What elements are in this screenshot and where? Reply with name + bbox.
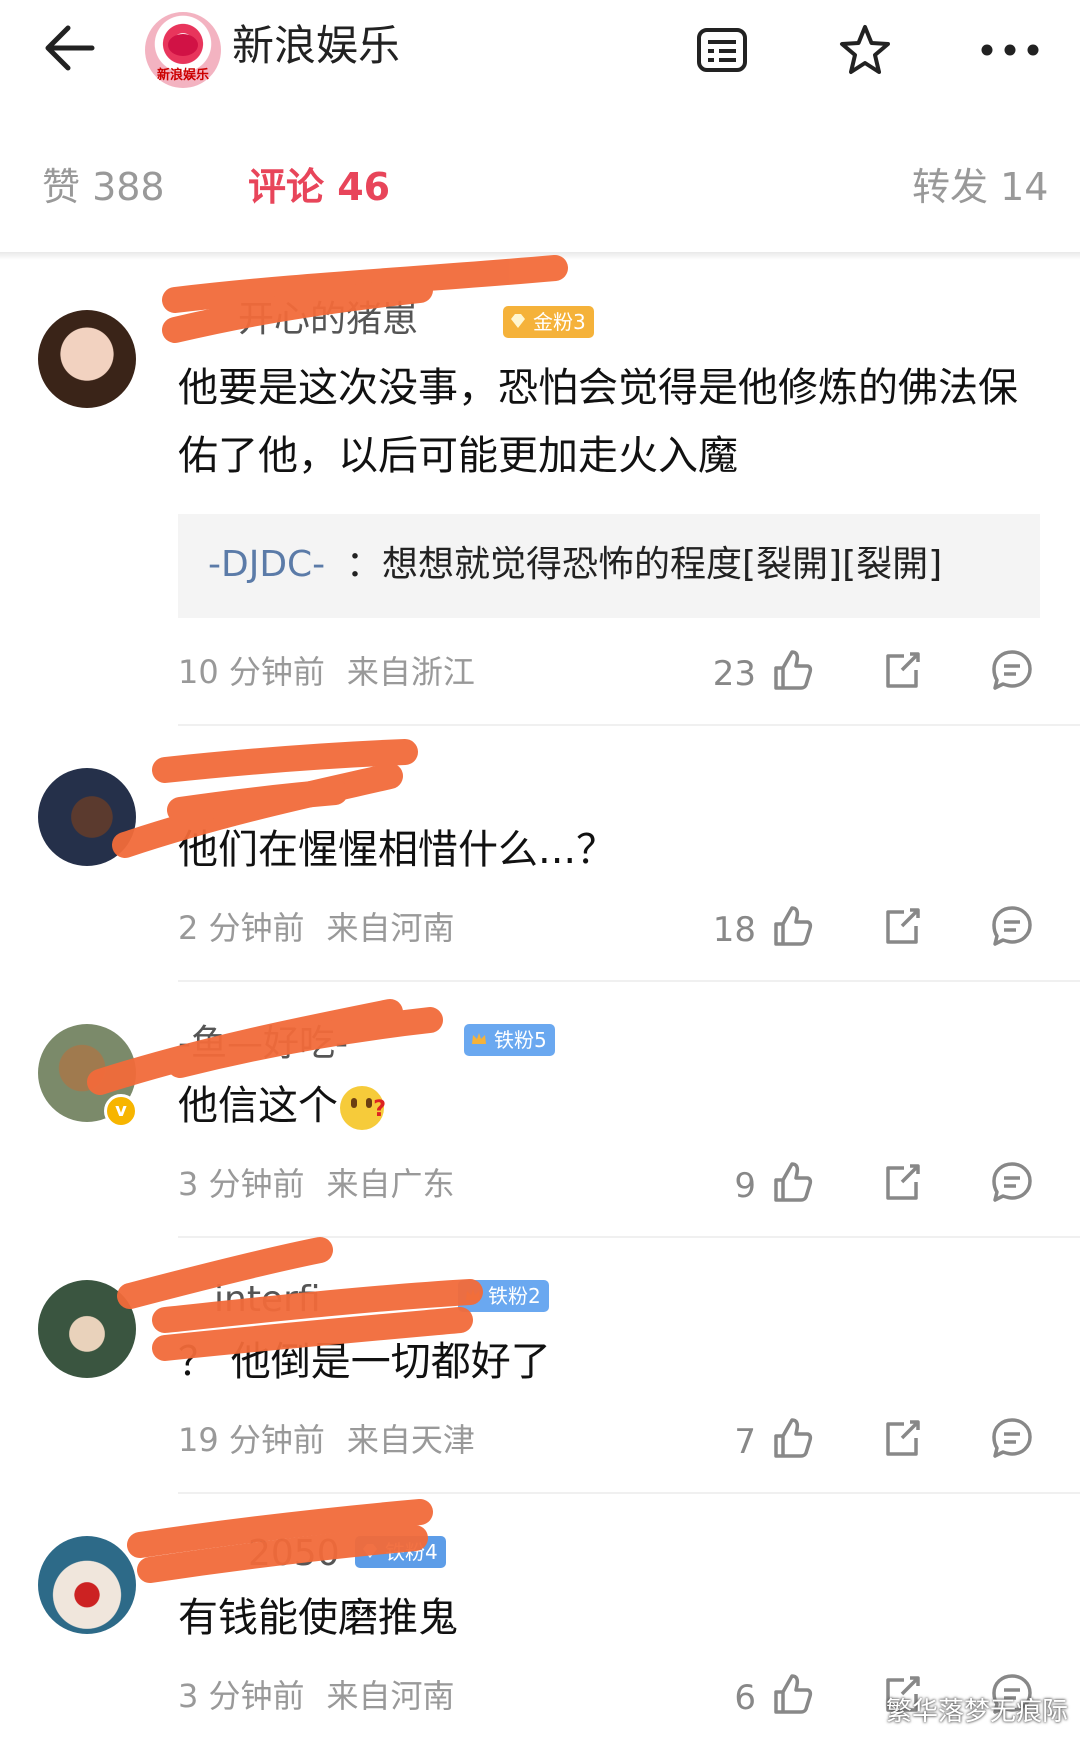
redaction-stroke: [167, 779, 348, 823]
thumbs-up-icon[interactable]: [770, 1160, 814, 1204]
thumbs-up-icon[interactable]: [770, 648, 814, 692]
fan-badge: 铁粉2: [458, 1280, 549, 1312]
badge-label: 铁粉2: [488, 1284, 541, 1308]
tab-likes[interactable]: 赞 388: [42, 164, 165, 210]
like-count: 7: [734, 1422, 756, 1462]
comment-time: 3 分钟前: [178, 1165, 305, 1203]
comment-meta: 3 分钟前 来自广东: [178, 1164, 477, 1204]
logo-text: 新浪娱乐: [156, 68, 209, 83]
tab-bar: 赞 388 评论 46 转发 14: [0, 140, 1080, 230]
comment-text: ？ 他倒是一切都好了: [178, 1339, 551, 1385]
comment-text: 他信这个: [178, 1072, 1038, 1144]
comment-text: 他们在惺惺相惜什么...？: [178, 827, 617, 873]
comment-location: 来自河南: [326, 909, 455, 947]
crown-icon: [466, 1289, 480, 1300]
avatar[interactable]: [38, 1280, 136, 1378]
avatar[interactable]: [38, 310, 136, 408]
share-icon[interactable]: [880, 1416, 924, 1460]
fan-badge: 金粉3: [503, 306, 594, 338]
comment-meta: 3 分钟前 来自河南: [178, 1676, 477, 1716]
username[interactable]: -鱼—好吃-: [178, 1022, 348, 1066]
comment-bubble-icon[interactable]: [990, 904, 1034, 948]
reply-text: ：想想就觉得恐怖的程度[裂開][裂開]: [346, 544, 943, 585]
comment-location: 来自河南: [326, 1677, 455, 1715]
like-count: 18: [712, 910, 756, 950]
comment-time: 3 分钟前: [178, 1677, 305, 1715]
page-title: 新浪娱乐: [232, 21, 401, 70]
badge-label: 铁粉4: [385, 1540, 438, 1564]
username[interactable]: 开心的猪崽: [238, 298, 418, 342]
share-icon[interactable]: [880, 904, 924, 948]
comment-divider: [178, 724, 1080, 726]
comment-text: 有钱能使磨推鬼: [178, 1595, 458, 1641]
star-icon[interactable]: [833, 18, 897, 82]
avatar[interactable]: [38, 768, 136, 866]
comment-text-content: 他信这个: [178, 1083, 338, 1129]
comment-text: 他要是这次没事，恐怕会觉得是他修炼的佛法保佑了他，以后可能更加走火入魔: [178, 365, 1018, 479]
list-icon[interactable]: [690, 18, 754, 82]
watermark: 繁华落梦无痕际: [885, 1697, 1068, 1727]
comment-meta: 19 分钟前 来自天津: [178, 1420, 497, 1460]
comment-bubble-icon[interactable]: [990, 1416, 1034, 1460]
comment-meta: 2 分钟前 来自河南: [178, 908, 477, 948]
like-count: 9: [734, 1166, 756, 1206]
back-arrow-icon[interactable]: [40, 18, 110, 78]
comment-bubble-icon[interactable]: [990, 648, 1034, 692]
top-bar: 新浪娱乐 新浪娱乐: [0, 0, 1080, 100]
tab-reposts[interactable]: 转发 14: [912, 164, 1048, 210]
redaction-stroke: [162, 255, 568, 313]
fan-badge: 铁粉4: [355, 1536, 446, 1568]
comment-divider: [178, 980, 1080, 982]
comment-time: 19 分钟前: [178, 1421, 325, 1459]
comment-location: 来自天津: [346, 1421, 475, 1459]
username[interactable]: 2050: [248, 1532, 340, 1576]
fan-badge: 铁粉5: [464, 1024, 555, 1056]
like-count: 23: [712, 654, 756, 694]
comment-location: 来自浙江: [346, 653, 475, 691]
comment-time: 2 分钟前: [178, 909, 305, 947]
share-icon[interactable]: [880, 648, 924, 692]
verified-icon: v: [104, 1094, 138, 1128]
username[interactable]: interfi: [214, 1278, 321, 1322]
badge-label: 铁粉5: [494, 1028, 547, 1052]
tab-bar-shadow: [0, 252, 1080, 260]
avatar[interactable]: [38, 1536, 136, 1634]
comment-divider: [178, 1236, 1080, 1238]
thumbs-up-icon[interactable]: [770, 904, 814, 948]
thumbs-up-icon[interactable]: [770, 1672, 814, 1716]
crown-icon: [472, 1033, 486, 1044]
comment-bubble-icon[interactable]: [990, 1160, 1034, 1204]
badge-label: 金粉3: [533, 310, 586, 334]
comment-location: 来自广东: [326, 1165, 455, 1203]
account-avatar-logo[interactable]: 新浪娱乐: [145, 12, 221, 88]
tab-comments[interactable]: 评论 46: [248, 164, 390, 210]
share-icon[interactable]: [880, 1160, 924, 1204]
diamond-icon: [511, 314, 525, 328]
reply-username[interactable]: -DJDC-: [208, 542, 325, 588]
comment-meta: 10 分钟前 来自浙江: [178, 652, 497, 692]
more-icon[interactable]: [978, 18, 1042, 82]
thumbs-up-icon[interactable]: [770, 1416, 814, 1460]
comment-divider: [178, 1492, 1080, 1494]
redaction-stroke: [152, 739, 418, 783]
like-count: 6: [734, 1678, 756, 1718]
reply-preview[interactable]: -DJDC- ：想想就觉得恐怖的程度[裂開][裂開]: [178, 514, 1040, 618]
comment-time: 10 分钟前: [178, 653, 325, 691]
diamond-icon: [363, 1544, 377, 1558]
eye-icon: [168, 34, 198, 56]
confused-emoji-icon: [340, 1076, 386, 1144]
